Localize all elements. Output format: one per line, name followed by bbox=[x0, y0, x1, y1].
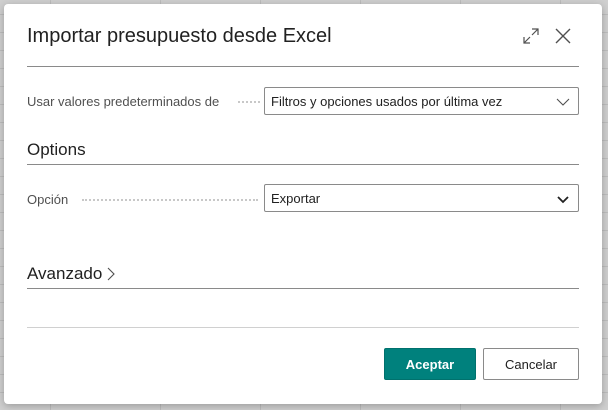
defaults-dots bbox=[238, 101, 260, 103]
option-value: Exportar bbox=[271, 190, 321, 206]
close-icon bbox=[555, 28, 571, 44]
option-dots bbox=[82, 199, 258, 201]
option-select[interactable]: Exportar bbox=[264, 184, 579, 212]
close-button[interactable] bbox=[551, 24, 575, 48]
chevron-right-icon bbox=[107, 267, 116, 281]
expand-button[interactable] bbox=[519, 24, 543, 48]
options-divider bbox=[27, 164, 579, 165]
expand-icon bbox=[523, 28, 539, 44]
chevron-down-icon bbox=[557, 196, 569, 204]
option-label: Opción bbox=[27, 192, 69, 207]
advanced-section-title: Avanzado bbox=[27, 264, 103, 283]
dialog-title: Importar presupuesto desde Excel bbox=[27, 25, 332, 47]
import-budget-dialog: Importar presupuesto desde Excel Usar va… bbox=[4, 4, 602, 404]
accept-button[interactable]: Aceptar bbox=[384, 348, 476, 380]
defaults-value: Filtros y opciones usados por última vez bbox=[271, 93, 503, 109]
defaults-label: Usar valores predeterminados de bbox=[27, 94, 220, 109]
cancel-button[interactable]: Cancelar bbox=[483, 348, 579, 380]
chevron-down-icon bbox=[556, 98, 570, 106]
options-section-title: Options bbox=[27, 140, 86, 159]
advanced-section-toggle[interactable]: Avanzado bbox=[27, 264, 117, 284]
header-divider bbox=[27, 66, 579, 67]
footer-divider bbox=[27, 327, 579, 328]
defaults-select[interactable]: Filtros y opciones usados por última vez bbox=[264, 87, 579, 115]
advanced-divider bbox=[27, 288, 579, 289]
